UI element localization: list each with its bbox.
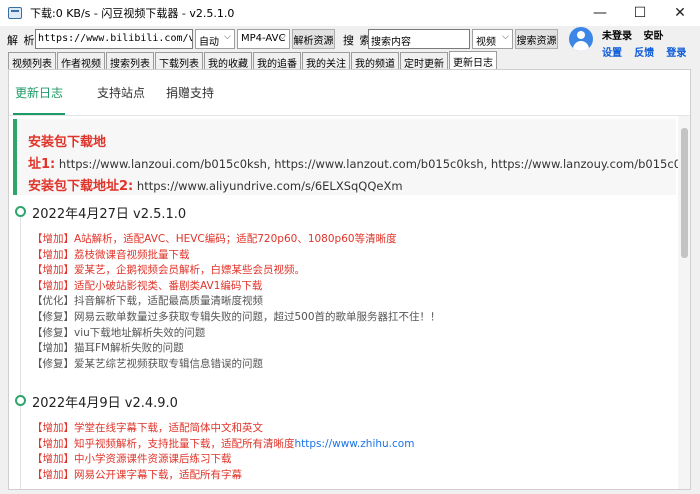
download-line-2-label: 安装包下载地址2:: [28, 179, 134, 194]
close-button[interactable]: ✕: [660, 0, 700, 26]
release-item: 【优化】抖音解析下载，适配最高质量清晰度视频: [32, 295, 263, 308]
release-2-5-1-0: 2022年4月27日 v2.5.1.0 【增加】A站解析，适配AVC、HEVC编…: [32, 203, 441, 371]
main-tabs: 视频列表 作者视频 搜索列表 下载列表 我的收藏 我的追番 我的关注 我的频道 …: [8, 51, 498, 70]
timeline-dot-icon: [15, 395, 26, 406]
parse-button[interactable]: 解析资源: [292, 29, 335, 49]
chevron-down-icon: ⌵: [224, 32, 231, 42]
timeline-dot-icon: [15, 206, 26, 217]
login-link[interactable]: 登录: [666, 48, 686, 59]
tab-my-channels[interactable]: 我的频道: [351, 52, 399, 70]
release-title: 2022年4月27日 v2.5.1.0: [32, 207, 187, 222]
search-button[interactable]: 搜索资源: [515, 29, 558, 49]
tab-scheduled-update[interactable]: 定时更新: [400, 52, 448, 70]
release-item: 【增加】网易公开课字幕下载，适配所有字幕: [32, 468, 242, 481]
search-type-value: 视频: [476, 37, 496, 48]
search-type-select[interactable]: 视频 ⌵: [472, 29, 513, 49]
subtab-donate[interactable]: 捐赠支持: [166, 84, 214, 113]
tab-my-following[interactable]: 我的关注: [302, 52, 350, 70]
maximize-button[interactable]: ☐: [620, 0, 660, 26]
chevron-down-icon: ⌵: [279, 32, 286, 42]
release-item: 【增加】爱某艺，企鹅视频会员解析，白嫖某些会员视频。: [32, 264, 305, 277]
tab-video-list[interactable]: 视频列表: [8, 52, 56, 70]
release-2-4-9-0: 2022年4月9日 v2.4.9.0 【增加】学堂在线字幕下载，适配简体中文和英…: [32, 392, 414, 482]
scrollbar-thumb[interactable]: [681, 128, 688, 258]
release-item: 【增加】学堂在线字幕下载，适配简体中文和英文: [32, 422, 263, 434]
zhihu-link[interactable]: https://www.zhihu.com: [295, 438, 415, 450]
release-item: 【修复】爱某艺综艺视频获取专辑信息错误的问题: [32, 357, 263, 370]
download-links-box: 安装包下载地 址1: https://www.lanzoui.com/b015c…: [13, 119, 690, 195]
release-title: 2022年4月9日 v2.4.9.0: [32, 396, 178, 411]
tab-author-videos[interactable]: 作者视频: [57, 52, 105, 70]
login-status: 未登录: [602, 31, 632, 42]
release-item: 【修复】viu下载地址解析失效的问题: [32, 326, 206, 339]
minimize-button[interactable]: —: [580, 0, 620, 26]
quality-select[interactable]: 自动 ⌵: [195, 29, 235, 49]
tab-download-list[interactable]: 下载列表: [155, 52, 203, 70]
avatar[interactable]: [569, 27, 593, 51]
download-line-2-link[interactable]: https://www.aliyundrive.com/s/6ELXSqQQeX…: [137, 179, 403, 193]
vertical-scrollbar[interactable]: [678, 116, 690, 489]
app-icon: [8, 7, 22, 19]
subtabs: 更新日志 支持站点 捐赠支持: [9, 70, 690, 116]
download-line-1-label: 址1:: [28, 157, 56, 172]
feedback-link[interactable]: 反馈: [634, 48, 654, 59]
release-item: 【增加】适配小破站影视类、番剧类AV1编码下载: [32, 279, 263, 292]
title-bar: 下载:0 KB/s - 闪豆视频下载器 - v2.5.1.0 — ☐ ✕: [0, 0, 700, 26]
subtab-changelog[interactable]: 更新日志: [13, 84, 66, 115]
tab-changelog[interactable]: 更新日志: [449, 51, 497, 69]
release-item: 【增加】知乎视频解析，支持批量下载，适配所有清晰度https://www.zhi…: [32, 436, 414, 452]
release-item: 【增加】A站解析，适配AVC、HEVC编码；适配720p60、1080p60等清…: [32, 233, 397, 245]
toolbar: 解 析: https://www.bilibili.com/video/BV1P…: [0, 26, 700, 52]
user-info: 未登录 安卧 设置 反馈 登录: [602, 27, 700, 59]
download-line-1-links[interactable]: https://www.lanzoui.com/b015c0ksh, https…: [59, 157, 690, 171]
chevron-down-icon: ⌵: [502, 32, 509, 42]
release-item: 【增加】荔枝微课音视频批量下载: [32, 248, 190, 261]
window-controls: — ☐ ✕: [580, 0, 700, 26]
quality-select-value: 自动: [199, 37, 219, 48]
release-item: 【增加】中小学资源课件资源课后练习下载: [32, 453, 232, 466]
download-line-1: 址1: https://www.lanzoui.com/b015c0ksh, h…: [28, 153, 690, 172]
url-input[interactable]: https://www.bilibili.com/video/BV1P: [35, 29, 193, 49]
download-title: 安装包下载地: [28, 135, 107, 150]
changelog-pane: 更新日志 支持站点 捐赠支持 安装包下载地 址1: https://www.la…: [8, 69, 691, 490]
release-item: 【修复】网易云歌单数量过多获取专辑失败的问题，超过500首的歌单服务器扛不住！！: [32, 310, 441, 323]
search-input[interactable]: 搜索内容: [368, 29, 470, 49]
format-select[interactable]: MP4-AVC ⌵: [237, 29, 290, 49]
download-line-2: 安装包下载地址2: https://www.aliyundrive.com/s/…: [28, 175, 676, 194]
tab-search-list[interactable]: 搜索列表: [106, 52, 154, 70]
vip-status: 安卧: [643, 31, 664, 42]
tab-my-favorites[interactable]: 我的收藏: [204, 52, 252, 70]
timeline-line: [20, 210, 21, 489]
subtab-supported-sites[interactable]: 支持站点: [97, 84, 145, 113]
tab-my-bangumi[interactable]: 我的追番: [253, 52, 301, 70]
settings-link[interactable]: 设置: [602, 48, 622, 59]
window-title: 下载:0 KB/s - 闪豆视频下载器 - v2.5.1.0: [30, 7, 235, 20]
release-item: 【增加】猫耳FM解析失败的问题: [32, 342, 184, 355]
release-item-text: 【增加】知乎视频解析，支持批量下载，适配所有清晰度: [32, 437, 295, 450]
